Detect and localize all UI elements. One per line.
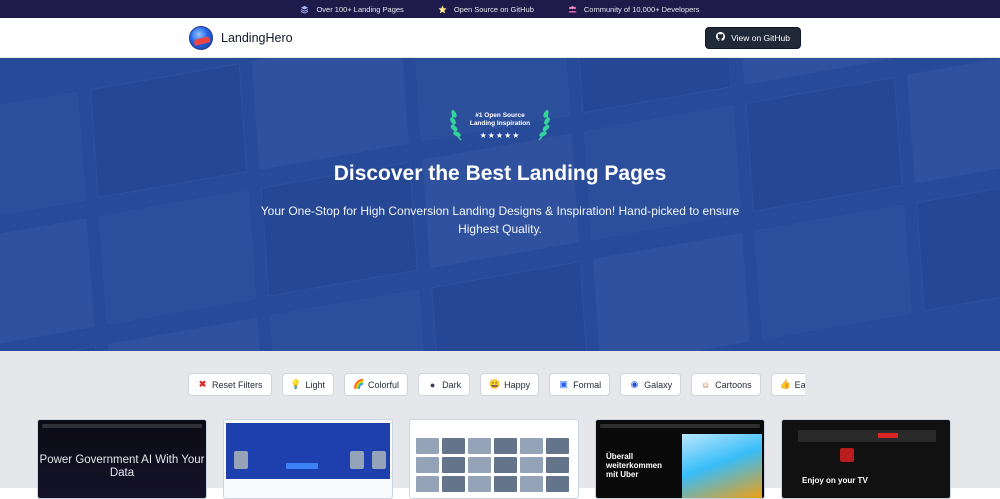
topbar-item-pages: Over 100+ Landing Pages [300, 4, 404, 14]
star-icon [438, 4, 447, 14]
topbar-label: Community of 10,000+ Developers [583, 4, 700, 14]
rating-stars-icon: ★★★★★ [479, 131, 521, 140]
brand-link[interactable]: LandingHero [189, 25, 293, 50]
logo-icon [189, 25, 213, 50]
card-title: Power Government AI With Your Data [39, 454, 205, 479]
gallery-section: ✖ Reset Filters 💡 Light 🌈 Colorful ● Dar… [0, 351, 1000, 499]
laurel-icon [450, 109, 462, 141]
navbar: LandingHero View on GitHub [0, 18, 1000, 58]
filter-galaxy-button[interactable]: ◉ Galaxy [620, 373, 682, 396]
filter-formal-button[interactable]: ▣ Formal [549, 373, 611, 396]
card-title: Enjoy on your TV [802, 476, 868, 485]
award-badge: #1 Open Source Landing Inspiration ★★★★★ [445, 106, 555, 146]
topbar-label: Open Source on GitHub [453, 4, 534, 14]
topbar-item-community[interactable]: Community of 10,000+ Developers [568, 5, 700, 14]
landing-card[interactable] [409, 419, 579, 499]
rainbow-icon: 🌈 [352, 379, 365, 389]
filter-colorful-button[interactable]: 🌈 Colorful [344, 373, 409, 396]
lightbulb-icon: 💡 [290, 379, 302, 389]
filter-happy-button[interactable]: 😀 Happy [480, 373, 540, 396]
stack-icon [300, 5, 309, 14]
landing-card[interactable] [223, 419, 393, 499]
close-icon: ✖ [198, 379, 207, 389]
github-button-label: View on GitHub [731, 32, 790, 43]
filter-bar: ✖ Reset Filters 💡 Light 🌈 Colorful ● Dar… [188, 373, 805, 396]
filter-reset-button[interactable]: ✖ Reset Filters [188, 373, 272, 396]
hero-title: Discover the Best Landing Pages [333, 162, 667, 185]
landing-card[interactable]: Enjoy on your TV [781, 419, 951, 499]
topbar-item-github[interactable]: Open Source on GitHub [438, 5, 534, 14]
filter-light-button[interactable]: 💡 Light [281, 373, 335, 396]
filter-dark-button[interactable]: ● Dark [418, 373, 471, 396]
hero-content: #1 Open Source Landing Inspiration ★★★★★… [0, 58, 1000, 351]
card-title: Überall weiterkommen mit Uber [606, 452, 663, 479]
landing-page-grid: Power Government AI With Your Data Übera… [37, 419, 951, 499]
galaxy-icon: ◉ [630, 379, 639, 389]
dark-circle-icon: ● [429, 379, 436, 390]
filter-easy-button[interactable]: 👍 Easy [770, 373, 805, 396]
landing-card[interactable]: Überall weiterkommen mit Uber [595, 419, 765, 499]
topbar-label: Over 100+ Landing Pages [316, 4, 404, 14]
filter-cartoons-button[interactable]: ☺ Cartoons [691, 373, 761, 396]
smile-icon: 😀 [488, 379, 501, 389]
people-icon [568, 5, 577, 14]
formal-icon: ▣ [559, 379, 568, 389]
thumbs-up-icon: 👍 [779, 379, 791, 389]
announcement-bar: Over 100+ Landing Pages Open Source on G… [0, 0, 1000, 18]
laurel-icon [538, 109, 550, 141]
award-text: #1 Open Source Landing Inspiration [469, 112, 531, 127]
view-on-github-button[interactable]: View on GitHub [705, 26, 801, 49]
github-icon [716, 32, 726, 43]
cartoon-icon: ☺ [701, 379, 711, 390]
hero-section: #1 Open Source Landing Inspiration ★★★★★… [0, 58, 1000, 351]
landing-card[interactable]: Power Government AI With Your Data [37, 419, 207, 499]
brand-name: LandingHero [221, 30, 293, 45]
hero-subtitle: Your One-Stop for High Conversion Landin… [260, 204, 740, 236]
